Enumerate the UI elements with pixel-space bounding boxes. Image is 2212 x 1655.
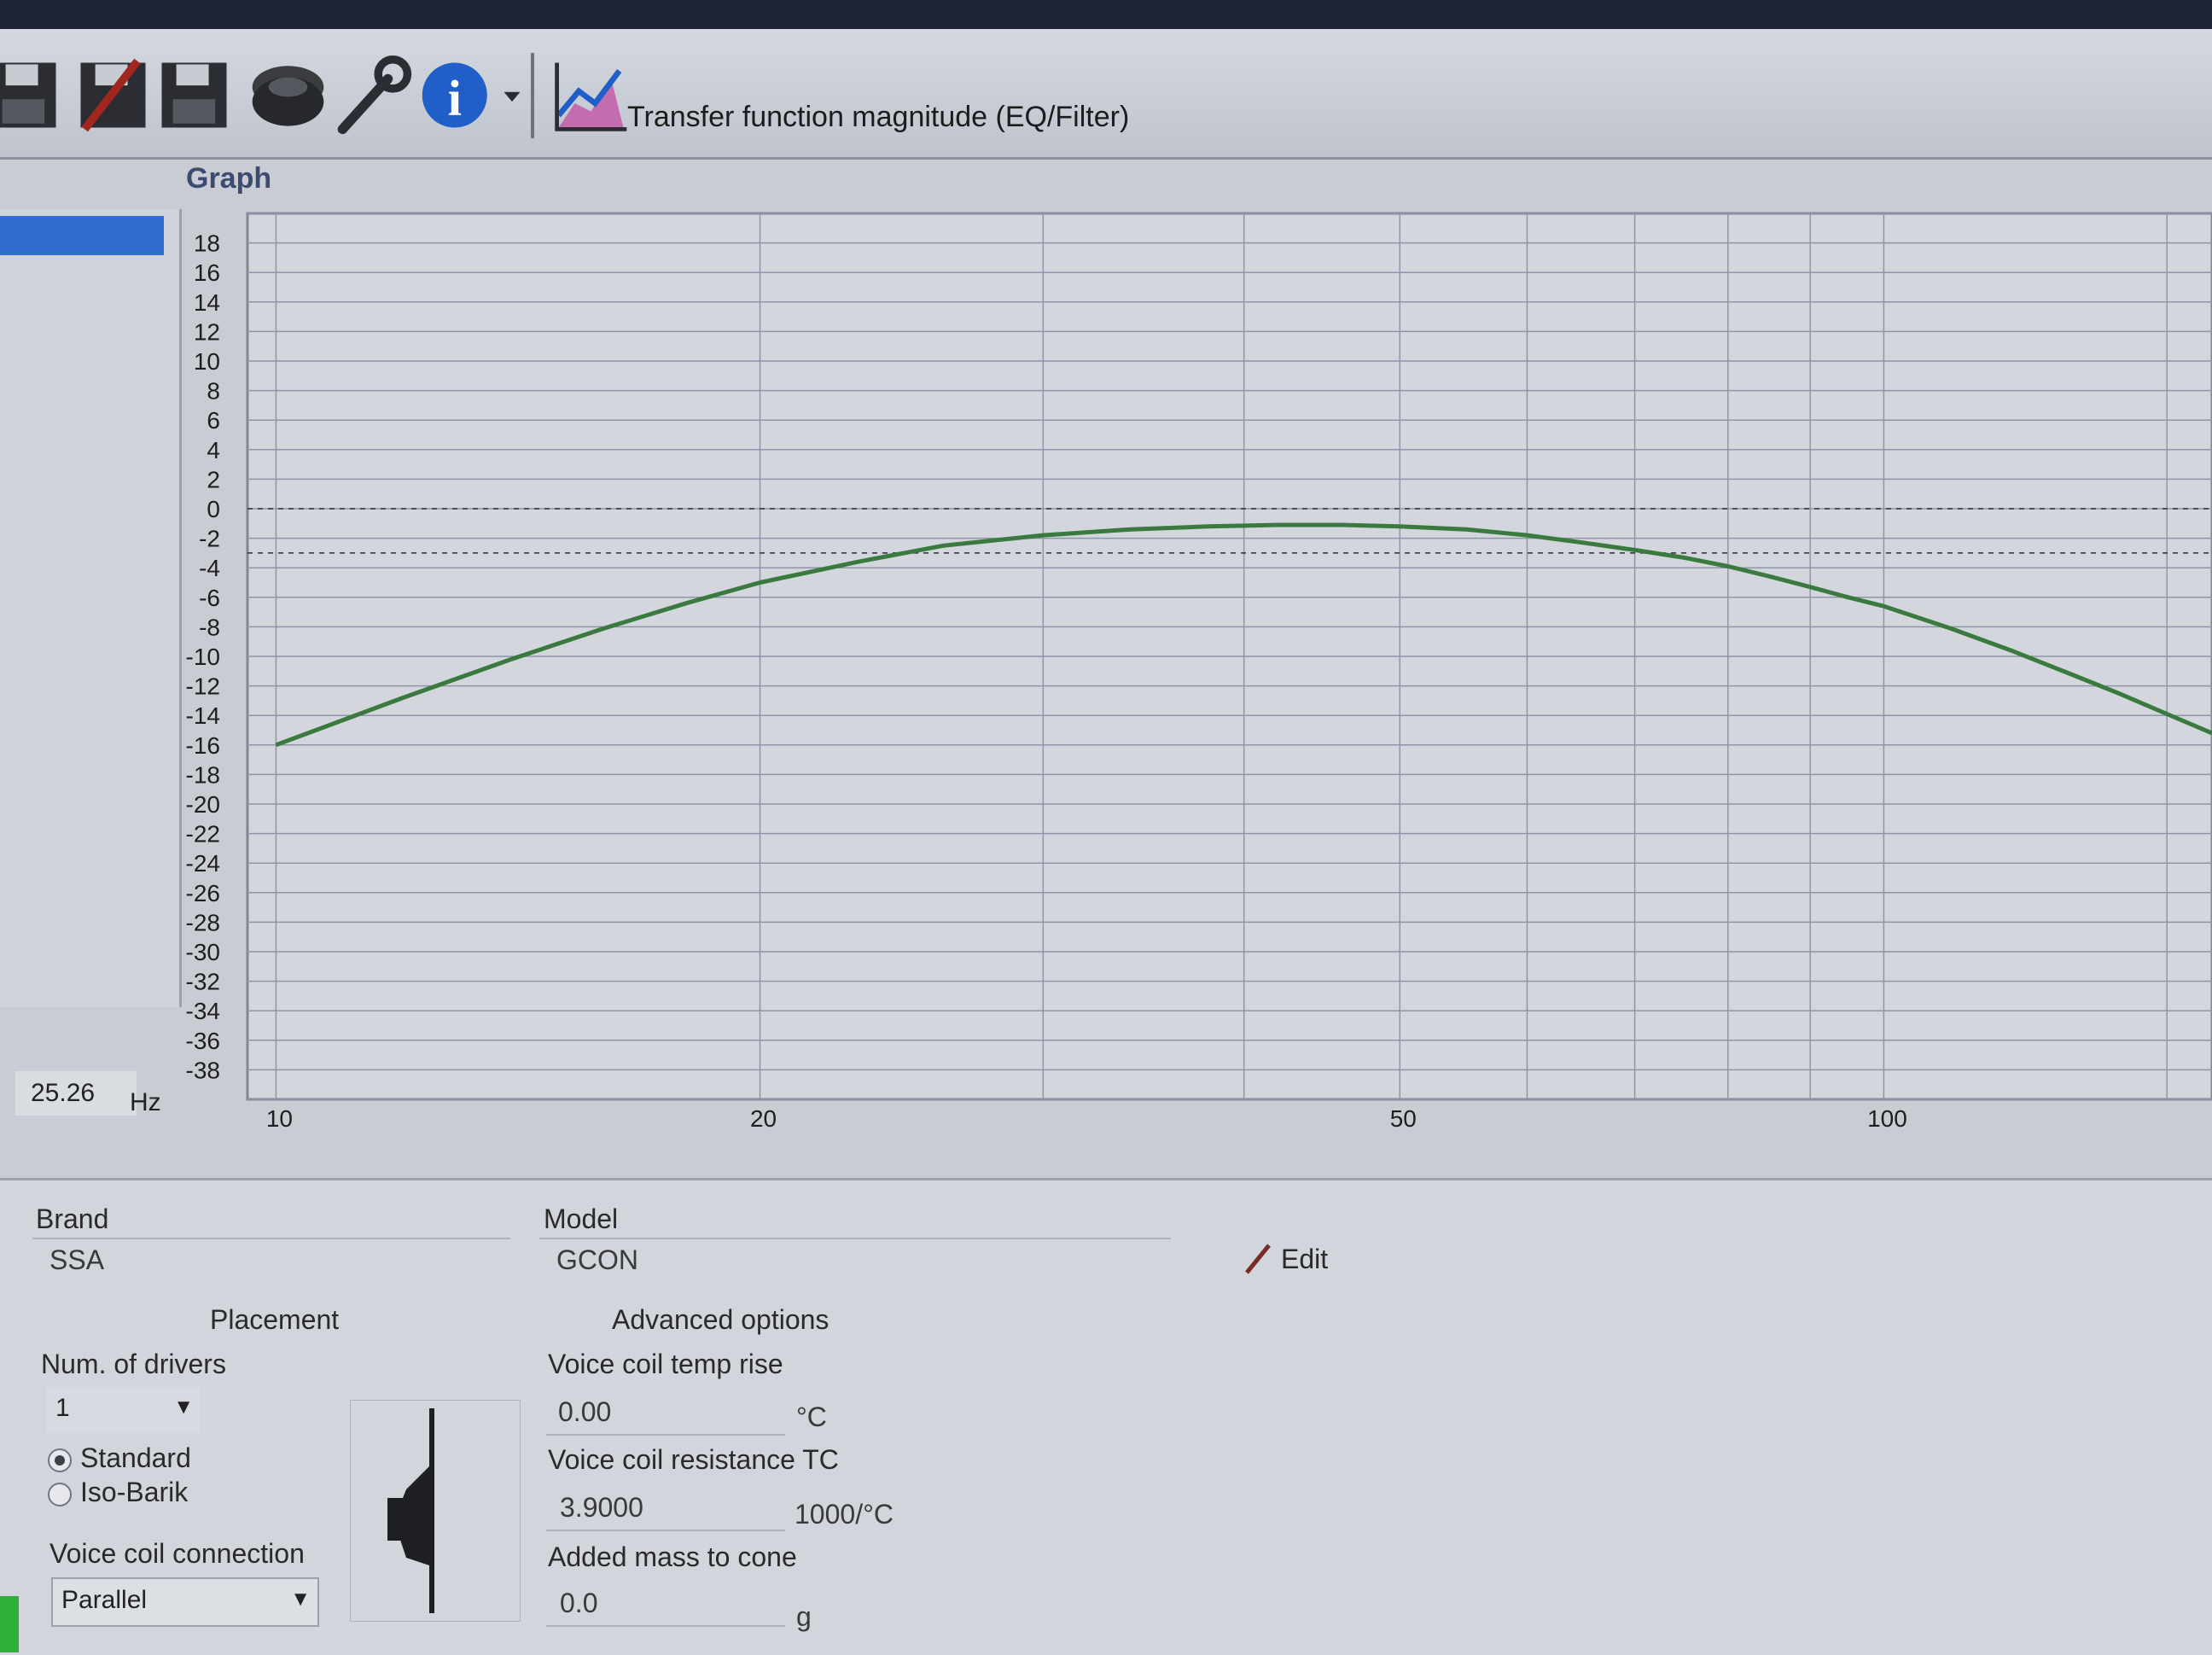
y-tick-label: -36 bbox=[186, 1028, 220, 1054]
num-drivers-value: 1 bbox=[55, 1394, 70, 1423]
y-tick-label: -6 bbox=[199, 585, 220, 611]
vc-resistance-tc-unit: 1000/°C bbox=[795, 1499, 894, 1530]
y-tick-label: -30 bbox=[186, 939, 220, 965]
chevron-down-icon: ▼ bbox=[173, 1396, 194, 1419]
driver-placement-diagram bbox=[350, 1400, 521, 1622]
y-tick-label: -28 bbox=[186, 909, 220, 935]
y-tick-label: 12 bbox=[194, 318, 220, 345]
voice-coil-connection-dropdown[interactable]: Parallel ▼ bbox=[51, 1577, 319, 1627]
y-tick-label: 10 bbox=[194, 348, 220, 375]
frequency-unit: Hz bbox=[130, 1088, 161, 1117]
y-tick-label: 18 bbox=[194, 230, 220, 257]
vc-temp-rise-unit: °C bbox=[796, 1402, 827, 1433]
status-indicator bbox=[0, 1596, 19, 1652]
y-tick-label: -38 bbox=[186, 1057, 220, 1083]
x-tick-label: 50 bbox=[1390, 1105, 1417, 1132]
y-tick-labels: 1816 1412 10 86 4 2 0 -2 -4 -6 -8 -10 -12-14 -16-18 -2… bbox=[186, 230, 220, 1084]
y-tick-label: -22 bbox=[186, 821, 220, 848]
y-tick-label: -24 bbox=[186, 850, 220, 877]
voice-coil-connection-value: Parallel bbox=[61, 1586, 147, 1615]
model-field-line bbox=[539, 1238, 1171, 1239]
x-tick-label: 20 bbox=[750, 1105, 777, 1132]
placement-title: Placement bbox=[210, 1304, 339, 1336]
added-mass-label: Added mass to cone bbox=[548, 1541, 797, 1573]
added-mass-unit: g bbox=[796, 1601, 812, 1633]
y-tick-label: 2 bbox=[207, 466, 220, 492]
y-tick-label: -34 bbox=[186, 998, 220, 1024]
x-tick-label: 100 bbox=[1867, 1105, 1907, 1132]
model-label: Model bbox=[544, 1203, 618, 1235]
y-tick-label: -20 bbox=[186, 791, 220, 818]
y-tick-label: -8 bbox=[199, 614, 220, 640]
y-tick-label: 6 bbox=[207, 407, 220, 434]
pencil-icon bbox=[1242, 1242, 1276, 1276]
x-tick-labels: 10 20 50 100 bbox=[266, 1105, 1907, 1132]
y-tick-label: 0 bbox=[207, 496, 220, 522]
brand-field-line bbox=[32, 1238, 510, 1239]
y-tick-label: -26 bbox=[186, 880, 220, 906]
y-tick-label: -10 bbox=[186, 644, 220, 670]
vc-resistance-tc-label: Voice coil resistance TC bbox=[548, 1444, 839, 1476]
frequency-readout[interactable]: 25.26 bbox=[15, 1071, 137, 1116]
brand-value[interactable]: SSA bbox=[49, 1244, 104, 1276]
vc-temp-rise-value[interactable]: 0.00 bbox=[558, 1396, 611, 1428]
vc-resistance-tc-value[interactable]: 3.9000 bbox=[560, 1492, 643, 1524]
vc-resistance-field-line bbox=[546, 1530, 785, 1531]
num-drivers-dropdown[interactable]: 1 ▼ bbox=[47, 1387, 201, 1433]
y-tick-label: 4 bbox=[207, 437, 220, 463]
y-tick-label: -16 bbox=[186, 732, 220, 759]
voice-coil-connection-label: Voice coil connection bbox=[49, 1538, 305, 1570]
x-tick-label: 10 bbox=[266, 1105, 293, 1132]
radio-isobarik[interactable] bbox=[48, 1483, 72, 1506]
y-tick-label: -32 bbox=[186, 969, 220, 995]
chevron-down-icon: ▼ bbox=[290, 1588, 311, 1611]
y-tick-label: 14 bbox=[194, 289, 220, 316]
brand-label: Brand bbox=[36, 1203, 108, 1235]
y-tick-label: -14 bbox=[186, 702, 220, 729]
y-tick-label: 16 bbox=[194, 259, 220, 286]
advanced-options-title: Advanced options bbox=[612, 1304, 829, 1336]
num-drivers-label: Num. of drivers bbox=[41, 1349, 226, 1380]
model-value[interactable]: GCON bbox=[556, 1244, 638, 1276]
radio-isobarik-label[interactable]: Iso-Barik bbox=[80, 1477, 188, 1508]
transfer-function-chart: 181614121086420-2-4-6-8-10-12-14-16-18-2… bbox=[0, 0, 2212, 1152]
edit-label: Edit bbox=[1281, 1244, 1328, 1275]
radio-standard-label[interactable]: Standard bbox=[80, 1442, 191, 1474]
y-tick-label: -2 bbox=[199, 526, 220, 552]
driver-parameters-panel bbox=[0, 1178, 2212, 1655]
y-tick-label: -4 bbox=[199, 555, 220, 581]
radio-standard[interactable] bbox=[48, 1448, 72, 1472]
vc-temp-field-line bbox=[546, 1434, 785, 1436]
y-tick-label: 8 bbox=[207, 378, 220, 405]
added-mass-value[interactable]: 0.0 bbox=[560, 1588, 597, 1619]
y-tick-label: -18 bbox=[186, 761, 220, 788]
added-mass-field-line bbox=[546, 1625, 785, 1627]
y-tick-label: -12 bbox=[186, 673, 220, 700]
vc-temp-rise-label: Voice coil temp rise bbox=[548, 1349, 783, 1380]
